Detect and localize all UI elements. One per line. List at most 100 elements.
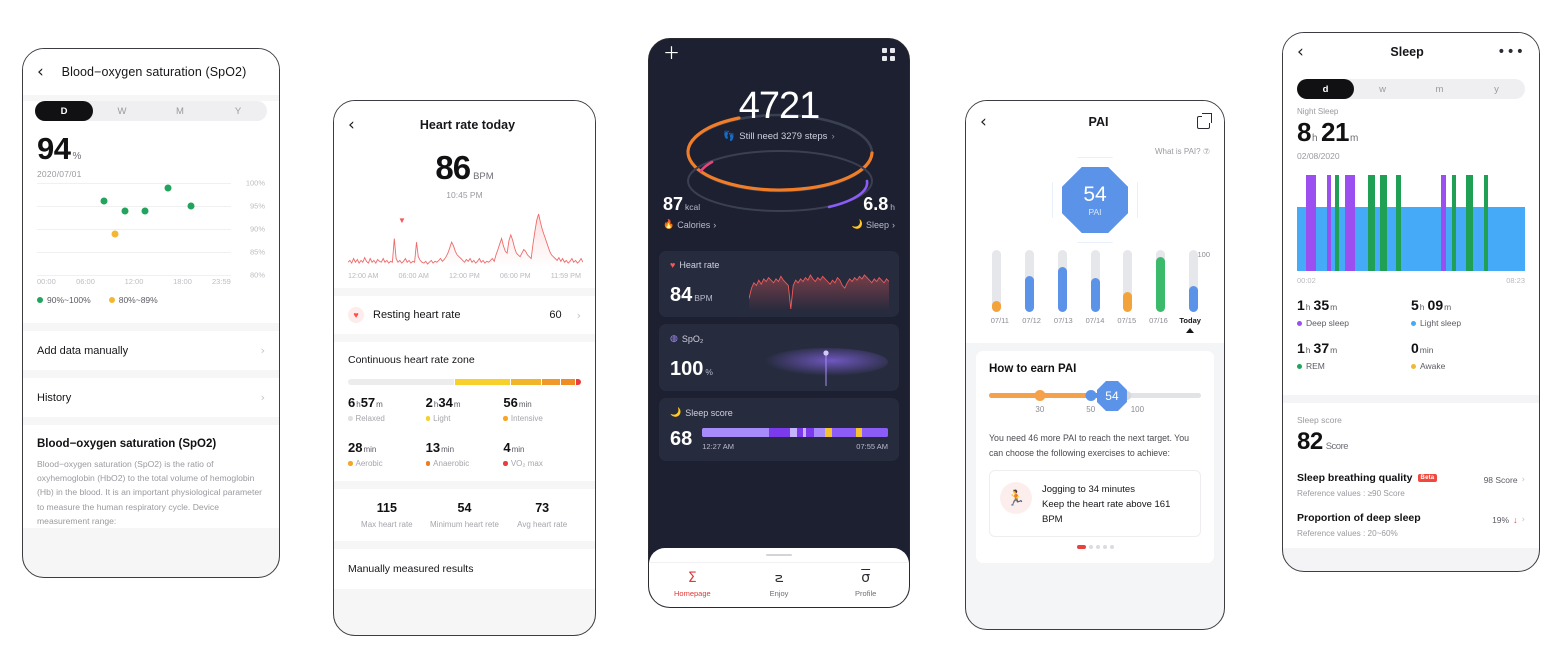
steps-goal-row[interactable]: 👣 Still need 3279 steps › [649, 131, 909, 142]
sleep-segment [861, 428, 888, 437]
exercise-suggestion-card[interactable]: 🏃 Jogging to 34 minutes Keep the heart r… [989, 470, 1201, 537]
sleep-score-card[interactable]: 🌙 Sleep score 68 12:27 AM 07:55 AM [659, 398, 899, 461]
slider-knob-50[interactable] [1085, 390, 1097, 401]
pai-bar[interactable] [1123, 291, 1133, 312]
nav-item-homepage[interactable]: Σ Homepage [649, 565, 736, 598]
legend-item-green: 90%~100% [37, 295, 91, 305]
pai-bar[interactable] [1090, 277, 1100, 312]
chevron-left-icon[interactable]: ‹ [1297, 43, 1317, 61]
carousel-dots[interactable] [989, 544, 1201, 549]
what-is-pai-link[interactable]: What is PAI? ⑦ [980, 147, 1210, 156]
tab-month[interactable]: m [1411, 79, 1468, 99]
beta-badge: Beta [1417, 474, 1438, 482]
pai-bar[interactable] [1189, 285, 1199, 312]
today-marker-icon [1186, 328, 1195, 333]
how-to-earn-pai-card: How to earn PAI 54 30 50 100 You need 46… [976, 351, 1214, 563]
stat-unit: min [1419, 345, 1434, 355]
tab-year[interactable]: y [1468, 79, 1525, 99]
stat-value: 5 [1411, 297, 1419, 313]
sleep-breathing-quality-row[interactable]: Sleep breathing quality Beta Reference va… [1297, 472, 1525, 498]
resting-heart-rate-row[interactable]: ♥ Resting heart rate 60 › [334, 296, 595, 334]
hypnogram-bar-rem [1367, 175, 1375, 271]
tab-week[interactable]: w [1354, 79, 1411, 99]
pai-x-label: 07/12 [1022, 316, 1041, 325]
history-row[interactable]: History › [23, 378, 279, 417]
slider-knob-30[interactable] [1034, 390, 1046, 401]
carousel-dot[interactable] [1102, 544, 1107, 549]
proportion-deep-sleep-row[interactable]: Proportion of deep sleep Reference value… [1297, 512, 1525, 538]
steps-ring-widget[interactable]: 4721 👣 Still need 3279 steps › 87 kcal 🔥 C… [649, 69, 909, 244]
sleep-hours-unit: h [1311, 133, 1318, 144]
more-horizontal-icon[interactable]: ••• [1497, 45, 1525, 59]
heart-icon: ♥ [348, 307, 364, 323]
question-circle-icon: ⑦ [1202, 147, 1210, 156]
sleep-header: ‹ Sleep ••• [1283, 33, 1539, 71]
sleep-duration: 8h 21m [1297, 119, 1525, 145]
zone-unit: min [511, 445, 525, 454]
spo2-header: ‹ Blood−oxygen saturation (SpO2) [23, 49, 279, 95]
sleep-widget[interactable]: 6.8 h 🌙 Sleep › [852, 194, 895, 230]
manually-measured-results-row[interactable]: Manually measured results [334, 549, 595, 589]
tab-day[interactable]: d [1297, 79, 1354, 99]
stat-unit2: m [1330, 302, 1338, 312]
grid-icon[interactable] [882, 47, 895, 61]
share-icon[interactable] [1197, 115, 1210, 129]
y-tick-label: 100% [245, 178, 265, 188]
y-tick-label: 95% [249, 201, 265, 211]
x-tick-label: 00:00 [37, 277, 56, 286]
hypnogram-bar-rem [1380, 175, 1388, 271]
zone-label: VO₂ max [510, 459, 543, 468]
zone-label: Anaerobic [433, 459, 470, 468]
heart-rate-card[interactable]: ♥ Heart rate 84 BPM [659, 251, 899, 317]
heart-icon: ♥ [670, 260, 676, 270]
gridline [37, 206, 231, 207]
carousel-dot[interactable] [1095, 544, 1100, 549]
tab-year[interactable]: Y [209, 101, 267, 121]
pai-bar[interactable] [991, 300, 1001, 312]
slider-tick-100: 100 [1130, 405, 1145, 414]
pai-bar[interactable] [1057, 267, 1067, 312]
min-heart-rate: 54 Minimum heart rete [426, 501, 504, 529]
stat-awake: 0min Awake [1411, 340, 1525, 371]
carousel-dot[interactable] [1088, 544, 1093, 549]
stat-deep-sleep: 1h 35m Deep sleep [1297, 297, 1411, 328]
chevron-left-icon[interactable]: ‹ [980, 113, 1000, 131]
nav-label: Homepage [673, 589, 711, 598]
nav-item-enjoy[interactable]: ౽ Enjoy [736, 565, 823, 598]
calories-label: Calories [677, 219, 711, 230]
pai-bar[interactable] [1156, 257, 1166, 312]
x-tick-label: 12:00 PM [448, 271, 480, 280]
light-sleep-band [1297, 207, 1525, 271]
tab-month[interactable]: M [151, 101, 209, 121]
sleep-score-unit: Score [1325, 441, 1349, 452]
tab-day[interactable]: D [35, 101, 93, 121]
nav-item-profile[interactable]: σ Profile [822, 565, 909, 598]
zone-light: 2h34m Light [425, 395, 504, 423]
spo2-card[interactable]: ◍ SpO₂ 100% [659, 324, 899, 391]
zone-dot-icon [348, 461, 353, 466]
stat-unit2: m [1444, 302, 1452, 312]
how-to-heading: How to earn PAI [989, 363, 1077, 375]
pai-progress-slider[interactable]: 54 30 50 100 [989, 381, 1201, 417]
stat-label: Avg heart rate [517, 520, 568, 529]
plus-icon[interactable]: ＋ [663, 45, 680, 63]
add-data-manually-row[interactable]: Add data manually › [23, 331, 279, 370]
carousel-dot-active[interactable] [1076, 544, 1086, 549]
row-value: 98 Score [1483, 475, 1518, 485]
pai-score-label: PAI [1088, 206, 1102, 217]
nav-label: Profile [855, 589, 877, 598]
tab-week[interactable]: W [93, 101, 151, 121]
sleep-segment [769, 428, 790, 437]
zone-dot-icon [425, 461, 431, 466]
pai-hero: What is PAI? ⑦ 54 PAI 100 07/11 07/12 07/1… [966, 143, 1224, 343]
spo2-phone-panel: ‹ Blood−oxygen saturation (SpO2) D W M Y… [22, 48, 280, 578]
calories-widget[interactable]: 87 kcal 🔥 Calories › [663, 194, 716, 230]
drag-handle[interactable] [766, 553, 792, 556]
stat-unit: h [1305, 345, 1311, 355]
y-tick-label: 80% [249, 270, 265, 280]
carousel-dot[interactable] [1109, 544, 1114, 549]
zone-row-2: 28min Aerobic 13min Anaerobic 4min VO₂ m… [348, 440, 581, 468]
pai-bar[interactable] [1024, 276, 1034, 312]
hypnogram-bar-deep [1326, 175, 1332, 271]
row-title: Sleep breathing quality [1297, 472, 1413, 484]
